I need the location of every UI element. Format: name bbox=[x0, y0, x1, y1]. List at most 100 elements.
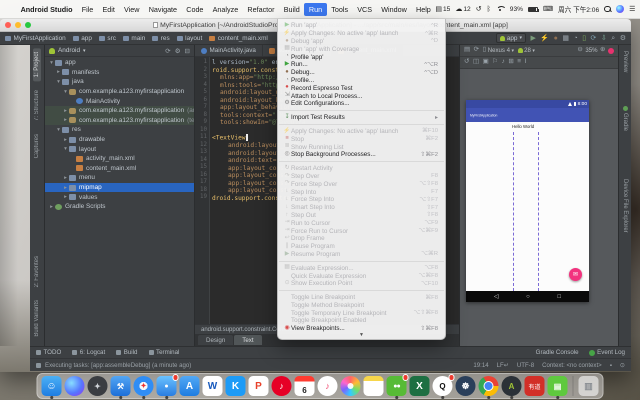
menu-tools[interactable]: Tools bbox=[327, 3, 353, 16]
menu-item-step-over[interactable]: ↷Step OverF8 bbox=[278, 173, 445, 181]
expand-arrow-icon[interactable]: ▸ bbox=[62, 194, 69, 200]
wifi-icon[interactable] bbox=[496, 6, 505, 13]
menu-item-attach-to-local-process-[interactable]: ⇲Attach to Local Process... bbox=[278, 92, 445, 100]
battery-percent[interactable]: 93% bbox=[510, 6, 523, 13]
menu-item-toggle-method-breakpoint[interactable]: Toggle Method Breakpoint bbox=[278, 302, 445, 310]
tool-button-6-logcat[interactable]: 6: Logcat bbox=[72, 349, 105, 356]
tree-item-app[interactable]: ▾app bbox=[45, 58, 194, 68]
font-icon[interactable]: ♪ bbox=[502, 59, 505, 66]
tree-item-activity-main-xml[interactable]: activity_main.xml bbox=[45, 154, 194, 164]
expand-arrow-icon[interactable]: ▸ bbox=[62, 185, 69, 191]
tree-item-gradle-scripts[interactable]: ▸Gradle Scripts bbox=[45, 202, 194, 212]
device-select[interactable]: ▯ Nexus 4▾ bbox=[483, 47, 514, 54]
zoom-window-button[interactable] bbox=[25, 22, 31, 28]
tree-item-java[interactable]: ▾java bbox=[45, 77, 194, 87]
menu-item-show-execution-point[interactable]: ⊙Show Execution Point⌥F10 bbox=[278, 280, 445, 288]
menu-item-force-run-to-cursor[interactable]: ⇥Force Run to Cursor⌥⌘F9 bbox=[278, 227, 445, 235]
variants-icon[interactable]: ◫ bbox=[473, 59, 479, 66]
tree-item-com-example-a123-myfirstapplication[interactable]: ▸com.example.a123.myfirstapplication(tes… bbox=[45, 116, 194, 126]
menu-item-toggle-temporary-line-breakpoint[interactable]: Toggle Temporary Line Breakpoint⌥⇧⌘F8 bbox=[278, 309, 445, 317]
bluetooth-icon[interactable]: ᛒ bbox=[487, 6, 491, 13]
dock-icon-photos[interactable] bbox=[341, 376, 361, 396]
run-configuration-select[interactable]: app▾ bbox=[496, 33, 526, 43]
dock-icon-youdao[interactable]: 有道 bbox=[525, 376, 545, 396]
menu-item-run-app-[interactable]: ▶Run 'app'^R bbox=[278, 22, 445, 30]
design-surface-icon[interactable]: ▤ bbox=[464, 47, 470, 54]
menu-item-stop[interactable]: ■Stop⌘F2 bbox=[278, 135, 445, 143]
sdk-manager-icon[interactable]: ⇩ bbox=[601, 35, 607, 42]
dock-icon-finder[interactable]: ☺ bbox=[42, 376, 62, 396]
menu-item-force-step-over[interactable]: ↷Force Step Over⌥⇧F8 bbox=[278, 180, 445, 188]
mode-tab-design[interactable]: Design bbox=[198, 335, 233, 345]
menu-item-edit-configurations-[interactable]: ⚙Edit Configurations... bbox=[278, 100, 445, 108]
shield-badge[interactable]: ▤15 bbox=[435, 6, 450, 13]
menu-item-show-running-list[interactable]: ≣Show Running List bbox=[278, 143, 445, 151]
sync-icon[interactable]: ⟳ bbox=[165, 47, 170, 55]
expand-arrow-icon[interactable]: ▸ bbox=[55, 69, 62, 75]
menu-item-evaluate-expression-[interactable]: ▦Evaluate Expression...⌥F8 bbox=[278, 264, 445, 272]
breadcrumb-item[interactable]: src bbox=[99, 35, 116, 42]
tree-item-drawable[interactable]: ▸drawable bbox=[45, 135, 194, 145]
tool-button-todo[interactable]: TODO bbox=[36, 349, 61, 356]
expand-arrow-icon[interactable]: ▸ bbox=[62, 137, 69, 143]
grid-icon[interactable]: ⊞ bbox=[508, 59, 513, 66]
menu-item-drop-frame[interactable]: ↩Drop Frame bbox=[278, 235, 445, 243]
dock-icon-xcode[interactable]: ⚒ bbox=[111, 376, 131, 396]
tree-item-com-example-a123-myfirstapplication[interactable]: ▸com.example.a123.myfirstapplication(and… bbox=[45, 106, 194, 116]
gear-icon[interactable]: ⚙ bbox=[175, 47, 181, 55]
dock-icon-books[interactable]: ▤ bbox=[548, 376, 568, 396]
device-preview[interactable]: 8:00 MyFirstApplication Hello World ✉ ◁○… bbox=[466, 100, 589, 302]
menu-item-record-espresso-test[interactable]: ●Record Espresso Test bbox=[278, 84, 445, 92]
dock-icon-chrome[interactable] bbox=[479, 376, 499, 396]
dock-icon-pdf-expert[interactable]: P bbox=[249, 376, 269, 396]
breadcrumb-item[interactable]: content_main.xml bbox=[209, 35, 268, 42]
tool-tab-7-structure[interactable]: 7: Structure bbox=[33, 86, 41, 125]
line-ending-indicator[interactable]: LF↵ bbox=[497, 362, 509, 369]
tool-button-build[interactable]: Build bbox=[116, 349, 137, 356]
tool-button-terminal[interactable]: Terminal bbox=[149, 349, 180, 356]
dock-icon-safari[interactable]: ✦ bbox=[134, 376, 154, 396]
cursor-icon[interactable]: I bbox=[525, 59, 527, 66]
tool-button-gradle-console[interactable]: Gradle Console bbox=[536, 349, 579, 356]
indicator-icon[interactable]: ⊙ bbox=[620, 362, 625, 369]
coverage-icon[interactable]: ▦ bbox=[562, 35, 569, 42]
menu-build[interactable]: Build bbox=[279, 3, 304, 16]
run-icon[interactable]: ▶ bbox=[530, 35, 535, 42]
context-indicator[interactable]: Context: <no context> bbox=[542, 362, 602, 369]
menu-navigate[interactable]: Navigate bbox=[144, 3, 182, 16]
expand-arrow-icon[interactable]: ▾ bbox=[48, 60, 55, 66]
menu-item-profile-[interactable]: ◔Profile... bbox=[278, 77, 445, 85]
expand-arrow-icon[interactable]: ▾ bbox=[62, 89, 69, 95]
tool-tab-gradle[interactable]: Gradle bbox=[622, 106, 628, 131]
lock-icon[interactable]: ▪ bbox=[610, 362, 612, 369]
dock-icon-word[interactable]: W bbox=[203, 376, 223, 396]
zoom-out-icon[interactable]: ⊖ bbox=[577, 47, 582, 54]
menu-item-toggle-line-breakpoint[interactable]: Toggle Line Breakpoint⌘F8 bbox=[278, 294, 445, 302]
tree-item-com-example-a123-myfirstapplication[interactable]: ▾com.example.a123.myfirstapplication bbox=[45, 87, 194, 97]
menu-analyze[interactable]: Analyze bbox=[208, 3, 243, 16]
menu-item-profile-app-[interactable]: ◔Profile 'app' bbox=[278, 53, 445, 61]
tool-tab-device-file-explorer[interactable]: Device File Explorer bbox=[622, 179, 628, 233]
breadcrumb-item[interactable]: res bbox=[152, 35, 169, 42]
minimize-window-button[interactable] bbox=[15, 22, 21, 28]
expand-arrow-icon[interactable]: ▸ bbox=[48, 204, 55, 210]
menu-item-smart-step-into[interactable]: ↓Smart Step Into⇧F7 bbox=[278, 204, 445, 212]
menu-item-toggle-breakpoint-enabled[interactable]: Toggle Breakpoint Enabled bbox=[278, 317, 445, 325]
align-icon[interactable]: ≡ bbox=[517, 59, 521, 66]
tree-item-mainactivity[interactable]: MainActivity bbox=[45, 96, 194, 106]
expand-arrow-icon[interactable]: ▾ bbox=[55, 127, 62, 133]
menu-item-run-[interactable]: ▶Run...^⌥R bbox=[278, 61, 445, 69]
project-panel-header[interactable]: Android▾ ⟳ ⚙ ⊟ bbox=[45, 45, 194, 57]
dock-icon-itunes[interactable]: ♪ bbox=[318, 376, 338, 396]
time-machine-icon[interactable]: ↺ bbox=[476, 6, 482, 13]
dock-icon-messages[interactable]: ● bbox=[157, 376, 177, 396]
menu-run[interactable]: Run bbox=[304, 3, 326, 16]
breadcrumb-item[interactable]: layout bbox=[177, 35, 203, 42]
menu-item-debug-app-[interactable]: ●Debug 'app'^D bbox=[278, 38, 445, 46]
menu-item-apply-changes-no-active-app-launch[interactable]: ⚡Apply Changes: No active 'app' launch⌘F… bbox=[278, 128, 445, 136]
tree-item-menu[interactable]: ▸menu bbox=[45, 173, 194, 183]
render-error-badge[interactable] bbox=[608, 48, 614, 54]
menu-item-run-app-with-coverage[interactable]: ▦Run 'app' with Coverage bbox=[278, 45, 445, 53]
spotlight-icon[interactable] bbox=[604, 6, 611, 13]
menu-item-debug-[interactable]: ●Debug...^⌥D bbox=[278, 69, 445, 77]
